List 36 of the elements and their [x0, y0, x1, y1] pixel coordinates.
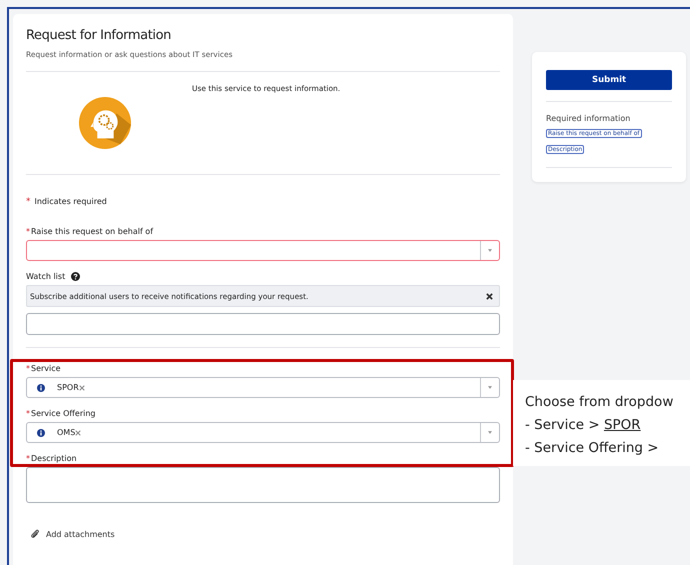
info-icon	[37, 384, 45, 392]
required-asterisk: *	[26, 197, 30, 207]
dropdown-field[interactable]: SPOR	[26, 377, 500, 398]
info-icon	[37, 428, 45, 436]
clear-icon[interactable]	[75, 430, 82, 436]
required-note: Indicates required	[34, 197, 107, 206]
annotation-text: - Service > SPOR	[525, 416, 642, 435]
field-label: Service	[31, 364, 61, 373]
clear-icon[interactable]	[78, 384, 85, 390]
field-label: Watch list	[26, 272, 66, 281]
submit-button[interactable]: Submit	[546, 70, 672, 90]
required-asterisk: *	[26, 454, 30, 463]
caret-icon[interactable]	[488, 249, 492, 252]
dropdown-field[interactable]	[26, 240, 500, 261]
close-icon[interactable]	[486, 292, 493, 300]
required-asterisk: *	[26, 364, 30, 373]
help-icon	[71, 272, 80, 281]
field-label: Description	[31, 454, 77, 463]
paperclip-icon	[30, 529, 40, 539]
add-attachments-link[interactable]: Add attachments	[46, 530, 115, 538]
watchlist-input[interactable]	[26, 313, 500, 335]
caret-icon[interactable]	[488, 431, 492, 434]
field-label: Service Offering	[31, 409, 96, 418]
annotation-text: - Service Offering >	[525, 439, 660, 458]
head-gears-icon	[78, 96, 132, 150]
required-info-title: Required information	[546, 114, 632, 123]
dropdown-field[interactable]: OMS	[26, 422, 500, 443]
selected-value: SPOR	[57, 383, 79, 392]
description-field[interactable]	[26, 467, 500, 503]
required-asterisk: *	[26, 409, 30, 418]
caret-icon[interactable]	[488, 386, 492, 389]
required-asterisk: *	[26, 227, 30, 236]
field-label: Raise this request on behalf of	[31, 227, 154, 236]
selected-value: OMS	[57, 428, 76, 437]
annotation-text: Choose from dropdow	[525, 393, 674, 412]
form-title: Request for Information	[26, 28, 172, 43]
